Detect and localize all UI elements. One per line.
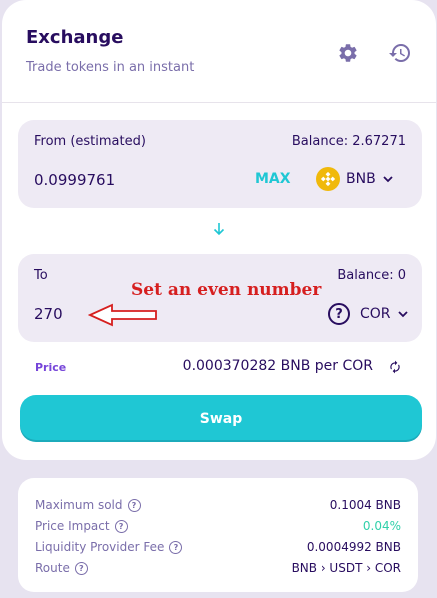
card-header: Exchange Trade tokens in an instant	[2, 0, 436, 103]
gear-icon	[339, 44, 357, 62]
detail-row-lp-fee: Liquidity Provider Fee? 0.0004992 BNB	[35, 538, 401, 556]
detail-row-price-impact: Price Impact? 0.04%	[35, 517, 401, 535]
detail-row-route: Route? BNB › USDT › COR	[35, 559, 401, 577]
page-title: Exchange	[26, 27, 124, 48]
max-button[interactable]: MAX	[255, 171, 291, 187]
history-button[interactable]	[387, 40, 413, 66]
help-icon[interactable]: ?	[114, 519, 128, 533]
switch-direction-button[interactable]	[213, 222, 225, 240]
from-amount-input[interactable]	[34, 171, 184, 189]
detail-label: Price Impact	[35, 519, 110, 533]
detail-value: 0.0004992 BNB	[306, 540, 401, 554]
unknown-token-icon: ?	[328, 303, 350, 325]
settings-button[interactable]	[335, 40, 361, 66]
detail-value: 0.1004 BNB	[329, 498, 401, 512]
swap-button[interactable]: Swap	[20, 395, 422, 442]
detail-label: Route	[35, 561, 70, 575]
price-label: Price	[35, 361, 67, 374]
exchange-card: Exchange Trade tokens in an instant From…	[2, 0, 436, 460]
detail-label: Liquidity Provider Fee	[35, 540, 165, 554]
price-value: 0.000370282 BNB per COR	[182, 358, 373, 374]
chevron-down-icon	[383, 176, 393, 183]
detail-row-maximum-sold: Maximum sold? 0.1004 BNB	[35, 496, 401, 514]
from-token-symbol: BNB	[346, 171, 376, 187]
refresh-icon	[390, 360, 400, 374]
help-icon[interactable]: ?	[74, 561, 88, 575]
detail-value: BNB › USDT › COR	[291, 561, 401, 575]
from-token-select[interactable]: BNB	[316, 167, 394, 191]
help-icon[interactable]: ?	[169, 540, 183, 554]
arrow-down-icon	[213, 223, 225, 236]
chevron-down-icon	[397, 311, 408, 318]
bnb-logo-icon	[316, 167, 340, 191]
page-subtitle: Trade tokens in an instant	[26, 60, 195, 75]
help-icon[interactable]: ?	[127, 498, 141, 512]
trade-details-card: Maximum sold? 0.1004 BNB Price Impact? 0…	[18, 478, 418, 592]
to-label: To	[34, 268, 48, 283]
to-token-symbol: COR	[360, 306, 391, 322]
annotation-text: Set an even number	[131, 280, 322, 300]
price-invert-button[interactable]	[388, 359, 402, 378]
detail-label: Maximum sold	[35, 498, 123, 512]
to-amount-input[interactable]	[34, 305, 94, 323]
red-arrow-icon	[88, 303, 157, 327]
to-balance: Balance: 0	[337, 268, 406, 283]
from-balance: Balance: 2.67271	[291, 134, 406, 149]
from-label: From (estimated)	[34, 134, 146, 149]
from-panel: From (estimated) Balance: 2.67271 MAX BN…	[18, 120, 422, 208]
detail-value: 0.04%	[362, 519, 401, 533]
to-token-select[interactable]: ? COR	[328, 303, 409, 325]
history-icon	[389, 44, 410, 63]
